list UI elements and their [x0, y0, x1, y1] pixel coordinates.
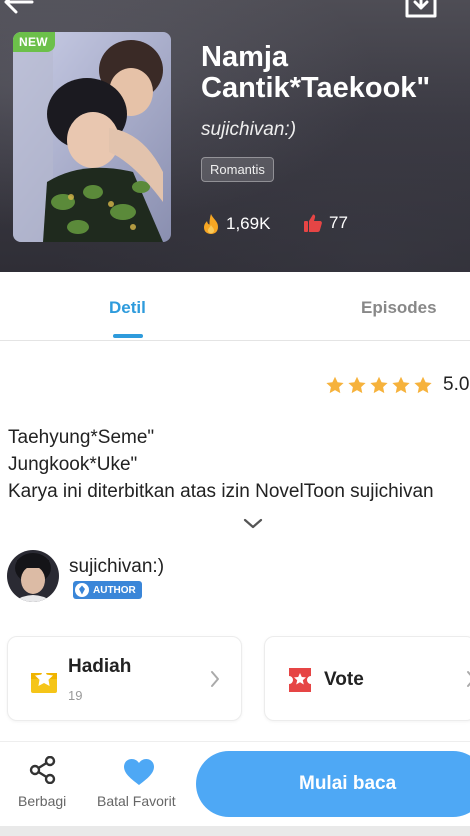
book-cover-image[interactable] [13, 32, 171, 242]
book-header: NEW Namja Cantik*Taekook" sujichivan:) R… [0, 0, 470, 272]
avatar[interactable] [7, 550, 59, 602]
active-tab-indicator [113, 334, 143, 338]
star-icon [348, 376, 366, 393]
book-author[interactable]: sujichivan:) [201, 119, 296, 141]
tab-detil[interactable]: Detil [109, 298, 146, 318]
vote-label: Vote [324, 669, 364, 690]
star-icon [326, 376, 344, 393]
star-icon [370, 376, 388, 393]
detail-tabs: Detil Episodes [0, 272, 470, 341]
favorite-label: Batal Favorit [97, 793, 176, 809]
genre-tag[interactable]: Romantis [201, 157, 274, 182]
bottom-action-bar: Berbagi Batal Favorit Mulai baca [0, 741, 470, 827]
fire-icon [204, 214, 218, 234]
heart-icon [124, 759, 154, 785]
rating: 5.0 [325, 374, 469, 396]
author-badge-label: AUTHOR [93, 584, 136, 596]
author-badge: AUTHOR [73, 581, 142, 599]
book-title: Namja Cantik*Taekook" [201, 41, 431, 104]
star-icon [392, 376, 410, 393]
chevron-right-icon [211, 671, 219, 687]
favorite-button[interactable]: Batal Favorit [97, 756, 187, 818]
new-badge: NEW [13, 32, 55, 52]
views-stat: 1,69K [202, 213, 270, 235]
start-reading-button[interactable]: Mulai baca [196, 751, 470, 817]
gift-label: Hadiah [68, 656, 132, 677]
author-name: sujichivan:) [69, 556, 165, 577]
share-button[interactable]: Berbagi [18, 756, 70, 818]
description-line: Taehyung*Seme" [8, 427, 155, 448]
back-button[interactable] [2, 0, 38, 22]
gift-card[interactable]: Hadiah 19 [7, 636, 242, 721]
rating-stars [325, 376, 433, 395]
likes-stat: 77 [303, 213, 348, 233]
star-icon [414, 376, 432, 393]
ticket-icon [289, 668, 311, 692]
download-button[interactable] [404, 0, 438, 22]
chevron-down-icon [243, 518, 263, 529]
book-description: Taehyung*Seme" Jungkook*Uke" Karya ini d… [8, 424, 470, 505]
chevron-right-icon [467, 671, 470, 687]
tab-episodes[interactable]: Episodes [361, 298, 437, 318]
thumbs-up-icon [304, 214, 322, 232]
likes-count: 77 [329, 213, 348, 232]
expand-description-button[interactable] [243, 517, 263, 535]
download-icon [405, 0, 437, 18]
gift-icon [31, 669, 57, 693]
back-arrow-icon [4, 0, 34, 14]
bottom-strip [0, 826, 470, 836]
description-line: Karya ini diterbitkan atas izin NovelToo… [8, 481, 434, 502]
rating-value: 5.0 [443, 374, 470, 395]
pen-icon [75, 583, 89, 597]
share-icon [29, 756, 56, 784]
description-line: Jungkook*Uke" [8, 454, 138, 475]
vote-card[interactable]: Vote [264, 636, 470, 721]
share-label: Berbagi [18, 793, 67, 809]
gift-count: 19 [68, 688, 83, 703]
views-count: 1,69K [226, 214, 271, 233]
